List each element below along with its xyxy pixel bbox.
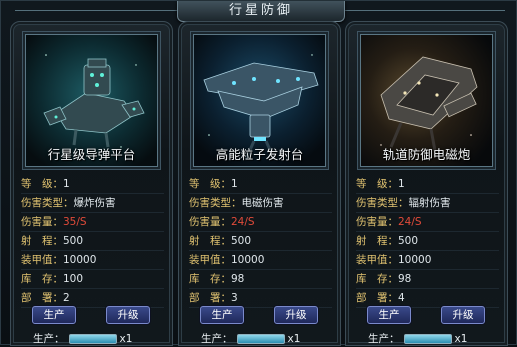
stat-label: 库 存： [189, 273, 231, 285]
stat-value: 3 [231, 292, 238, 304]
stat-value: 10000 [398, 254, 432, 266]
stat-label: 装甲值： [21, 254, 63, 266]
stat-value: 98 [398, 273, 412, 285]
stat-value: 电磁伤害 [241, 197, 284, 209]
stats-list: 等 级：1 伤害类型：爆炸伤害 伤害量：35/S 射 程：500 装甲值：100… [21, 175, 164, 308]
title-divider-right [343, 10, 505, 11]
stat-label: 伤害量： [21, 216, 63, 228]
defense-name: 轨道防御电磁炮 [382, 147, 471, 162]
stat-value: 24/S [231, 216, 255, 228]
stat-armor: 装甲值：10000 [21, 251, 164, 270]
production-progress-bar [68, 334, 117, 344]
title-divider-left [15, 10, 177, 11]
stat-label: 装甲值： [189, 254, 231, 266]
stat-value: 24/S [398, 216, 422, 228]
stat-value: 100 [63, 273, 84, 285]
stat-label: 等 级： [189, 178, 231, 190]
production-qty: x1 [287, 333, 301, 345]
stat-stock: 库 存：98 [189, 270, 332, 289]
stat-range: 射 程：500 [21, 232, 164, 251]
production-progress-bar [236, 334, 285, 344]
stat-damage-type: 伤害类型：爆炸伤害 [21, 194, 164, 213]
stat-damage: 伤害量：24/S [356, 213, 499, 232]
production-qty: x1 [119, 333, 133, 345]
stat-level: 等 级：1 [189, 175, 332, 194]
stat-range: 射 程：500 [189, 232, 332, 251]
stat-label: 部 署： [189, 292, 231, 304]
defense-card-particle-launcher: 高能粒子发射台 等 级：1 伤害类型：电磁伤害 伤害量：24/S 射 程：500… [178, 21, 341, 346]
stat-armor: 装甲值：10000 [189, 251, 332, 270]
upgrade-button[interactable]: 升级 [274, 306, 318, 324]
stat-value: 辐射伤害 [408, 197, 451, 209]
stat-value: 2 [63, 292, 70, 304]
window-title: 行星防御 [177, 1, 345, 22]
stat-label: 部 署： [356, 292, 398, 304]
stats-list: 等 级：1 伤害类型：电磁伤害 伤害量：24/S 射 程：500 装甲值：100… [189, 175, 332, 308]
stat-label: 射 程： [21, 235, 63, 247]
stat-value: 35/S [63, 216, 87, 228]
stat-value: 1 [63, 178, 70, 190]
defense-window: 行星防御 行星级导弹平台 等 级：1 伤害类型：爆炸伤害 伤害量：35/S 射 … [0, 0, 517, 346]
stat-label: 装甲值： [356, 254, 398, 266]
stat-value: 爆炸伤害 [73, 197, 116, 209]
stat-value: 4 [398, 292, 405, 304]
production-progress-bar [403, 334, 452, 344]
stat-label: 等 级： [356, 178, 398, 190]
defense-card-railgun: 轨道防御电磁炮 等 级：1 伤害类型：辐射伤害 伤害量：24/S 射 程：500… [345, 21, 508, 346]
produce-button[interactable]: 生产 [200, 306, 244, 324]
stat-value: 500 [398, 235, 419, 247]
stat-label: 伤害量： [356, 216, 398, 228]
upgrade-button[interactable]: 升级 [441, 306, 485, 324]
stat-damage-type: 伤害类型：电磁伤害 [189, 194, 332, 213]
production-label: 生产： [201, 333, 233, 345]
stat-value: 500 [63, 235, 84, 247]
stat-range: 射 程：500 [356, 232, 499, 251]
production-qty: x1 [454, 333, 468, 345]
stat-level: 等 级：1 [21, 175, 164, 194]
production-label: 生产： [368, 333, 400, 345]
stat-armor: 装甲值：10000 [356, 251, 499, 270]
stat-label: 库 存： [21, 273, 63, 285]
stat-label: 伤害类型： [189, 197, 242, 209]
stat-label: 伤害类型： [21, 197, 74, 209]
stats-list: 等 级：1 伤害类型：辐射伤害 伤害量：24/S 射 程：500 装甲值：100… [356, 175, 499, 308]
stat-value: 1 [398, 178, 405, 190]
produce-button[interactable]: 生产 [367, 306, 411, 324]
stat-value: 98 [231, 273, 245, 285]
stat-label: 伤害量： [189, 216, 231, 228]
missile-platform-art[interactable]: 行星级导弹平台 [25, 34, 158, 167]
stat-label: 库 存： [356, 273, 398, 285]
stat-value: 10000 [231, 254, 265, 266]
stat-stock: 库 存：100 [21, 270, 164, 289]
stat-label: 射 程： [189, 235, 231, 247]
upgrade-button[interactable]: 升级 [106, 306, 150, 324]
stat-value: 10000 [63, 254, 97, 266]
stat-damage-type: 伤害类型：辐射伤害 [356, 194, 499, 213]
railgun-art[interactable]: 轨道防御电磁炮 [360, 34, 493, 167]
stat-level: 等 级：1 [356, 175, 499, 194]
stat-label: 射 程： [356, 235, 398, 247]
stat-damage: 伤害量：35/S [21, 213, 164, 232]
stat-label: 部 署： [21, 292, 63, 304]
defense-card-missile-platform: 行星级导弹平台 等 级：1 伤害类型：爆炸伤害 伤害量：35/S 射 程：500… [10, 21, 173, 346]
stat-damage: 伤害量：24/S [189, 213, 332, 232]
stat-value: 1 [231, 178, 238, 190]
produce-button[interactable]: 生产 [32, 306, 76, 324]
stat-stock: 库 存：98 [356, 270, 499, 289]
stat-label: 等 级： [21, 178, 63, 190]
defense-name: 高能粒子发射台 [215, 147, 304, 162]
particle-launcher-art[interactable]: 高能粒子发射台 [193, 34, 326, 167]
production-label: 生产： [33, 333, 65, 345]
stat-value: 500 [231, 235, 252, 247]
stat-label: 伤害类型： [356, 197, 409, 209]
defense-name: 行星级导弹平台 [47, 147, 136, 162]
